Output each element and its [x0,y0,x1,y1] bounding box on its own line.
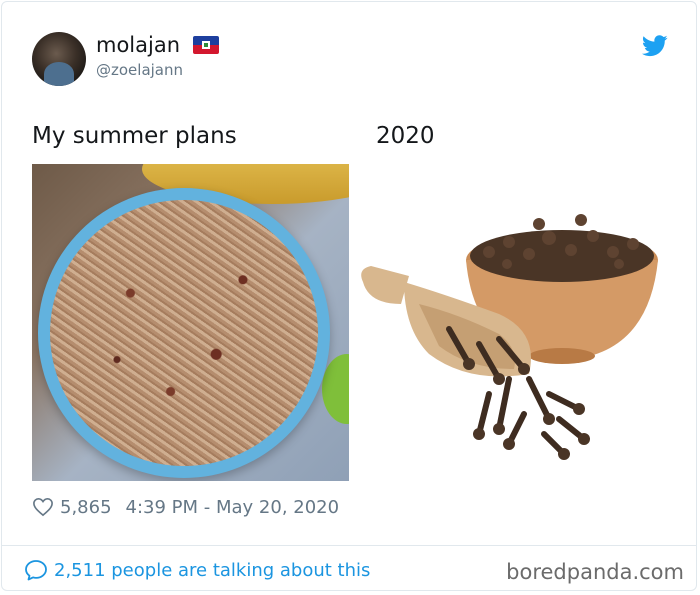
watermark: boredpanda.com [506,560,684,584]
speech-bubble-icon [25,560,47,581]
tweet-meta: 5,865 4:39 PM - May 20, 2020 [32,494,339,520]
haiti-flag-icon [193,36,219,54]
user-handle[interactable]: @zoelajann [96,61,183,79]
user-name[interactable]: molajan [96,33,180,57]
like-count[interactable]: 5,865 [60,497,112,518]
caption-left: My summer plans [32,123,237,149]
heart-icon[interactable] [32,497,54,517]
caption-right: 2020 [376,123,435,149]
cloves-image[interactable] [349,164,667,481]
avatar[interactable] [32,32,86,86]
twitter-bird-icon[interactable] [642,35,668,57]
rice-and-beans-image[interactable] [32,164,349,481]
talking-link[interactable]: 2,511 people are talking about this [24,557,370,583]
talking-text[interactable]: 2,511 people are talking about this [54,560,370,581]
tweet-timestamp[interactable]: 4:39 PM - May 20, 2020 [126,497,340,518]
divider [1,545,697,546]
